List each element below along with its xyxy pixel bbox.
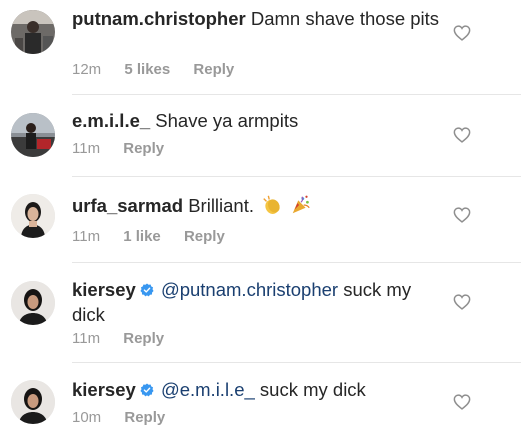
reply-button[interactable]: Reply xyxy=(123,330,164,347)
comment-meta: 10m Reply xyxy=(72,409,184,426)
reply-button[interactable]: Reply xyxy=(193,61,234,78)
avatar[interactable] xyxy=(11,281,55,325)
avatar[interactable] xyxy=(11,10,55,54)
reply-button[interactable]: Reply xyxy=(123,140,164,157)
avatar[interactable] xyxy=(11,380,55,424)
comment-text: Brilliant. xyxy=(188,195,255,216)
comment-body: urfa_sarmad Brilliant. xyxy=(72,193,442,218)
heart-outline-icon[interactable] xyxy=(453,294,471,310)
comment-meta: 11m 1 like Reply xyxy=(72,228,244,245)
reply-button[interactable]: Reply xyxy=(124,409,165,426)
party-popper-emoji xyxy=(293,195,311,214)
reply-button[interactable]: Reply xyxy=(184,228,225,245)
mention-link[interactable]: @putnam.christopher xyxy=(161,279,338,300)
comment-time: 11m xyxy=(72,330,101,347)
comment-body: kiersey @e.m.i.l.e_ suck my dick xyxy=(72,377,442,402)
comment-username[interactable]: urfa_sarmad xyxy=(72,195,183,216)
divider xyxy=(72,176,521,177)
comment-time: 10m xyxy=(72,409,102,426)
heart-outline-icon[interactable] xyxy=(453,127,471,143)
comment-body: kiersey @putnam.christopher suck my dick xyxy=(72,277,442,327)
heart-outline-icon[interactable] xyxy=(453,394,471,410)
comment-username[interactable]: kiersey xyxy=(72,379,136,400)
divider xyxy=(72,362,521,363)
verified-badge-icon xyxy=(140,383,154,397)
clapping-hands-emoji xyxy=(263,195,280,214)
avatar[interactable] xyxy=(11,194,55,238)
comment-meta: 11m Reply xyxy=(72,140,183,157)
verified-badge-icon xyxy=(140,283,154,297)
likes-count[interactable]: 5 likes xyxy=(124,61,170,78)
comment-time: 12m xyxy=(72,61,102,78)
heart-outline-icon[interactable] xyxy=(453,207,471,223)
avatar[interactable] xyxy=(11,113,55,157)
comment-time: 11m xyxy=(72,140,101,157)
mention-link[interactable]: @e.m.i.l.e_ xyxy=(161,379,255,400)
heart-outline-icon[interactable] xyxy=(453,25,471,41)
divider xyxy=(72,94,521,95)
comment-meta: 11m Reply xyxy=(72,330,183,347)
comment-text: Damn shave those pits xyxy=(250,8,440,29)
comment-meta: 12m 5 likes Reply xyxy=(72,61,253,78)
comments-list: putnam.christopher Damn shave those pits… xyxy=(0,0,521,442)
comment-text: suck my dick xyxy=(259,379,366,400)
comment-username[interactable]: putnam.christopher xyxy=(72,8,246,29)
likes-count[interactable]: 1 like xyxy=(123,228,161,245)
comment-username[interactable]: kiersey xyxy=(72,279,136,300)
comment-time: 11m xyxy=(72,228,101,245)
comment-username[interactable]: e.m.i.l.e_ xyxy=(72,110,150,131)
comment-text: Shave ya armpits xyxy=(155,110,299,131)
comment-body: putnam.christopher Damn shave those pits xyxy=(72,6,442,31)
divider xyxy=(72,262,521,263)
comment-body: e.m.i.l.e_ Shave ya armpits xyxy=(72,108,442,133)
